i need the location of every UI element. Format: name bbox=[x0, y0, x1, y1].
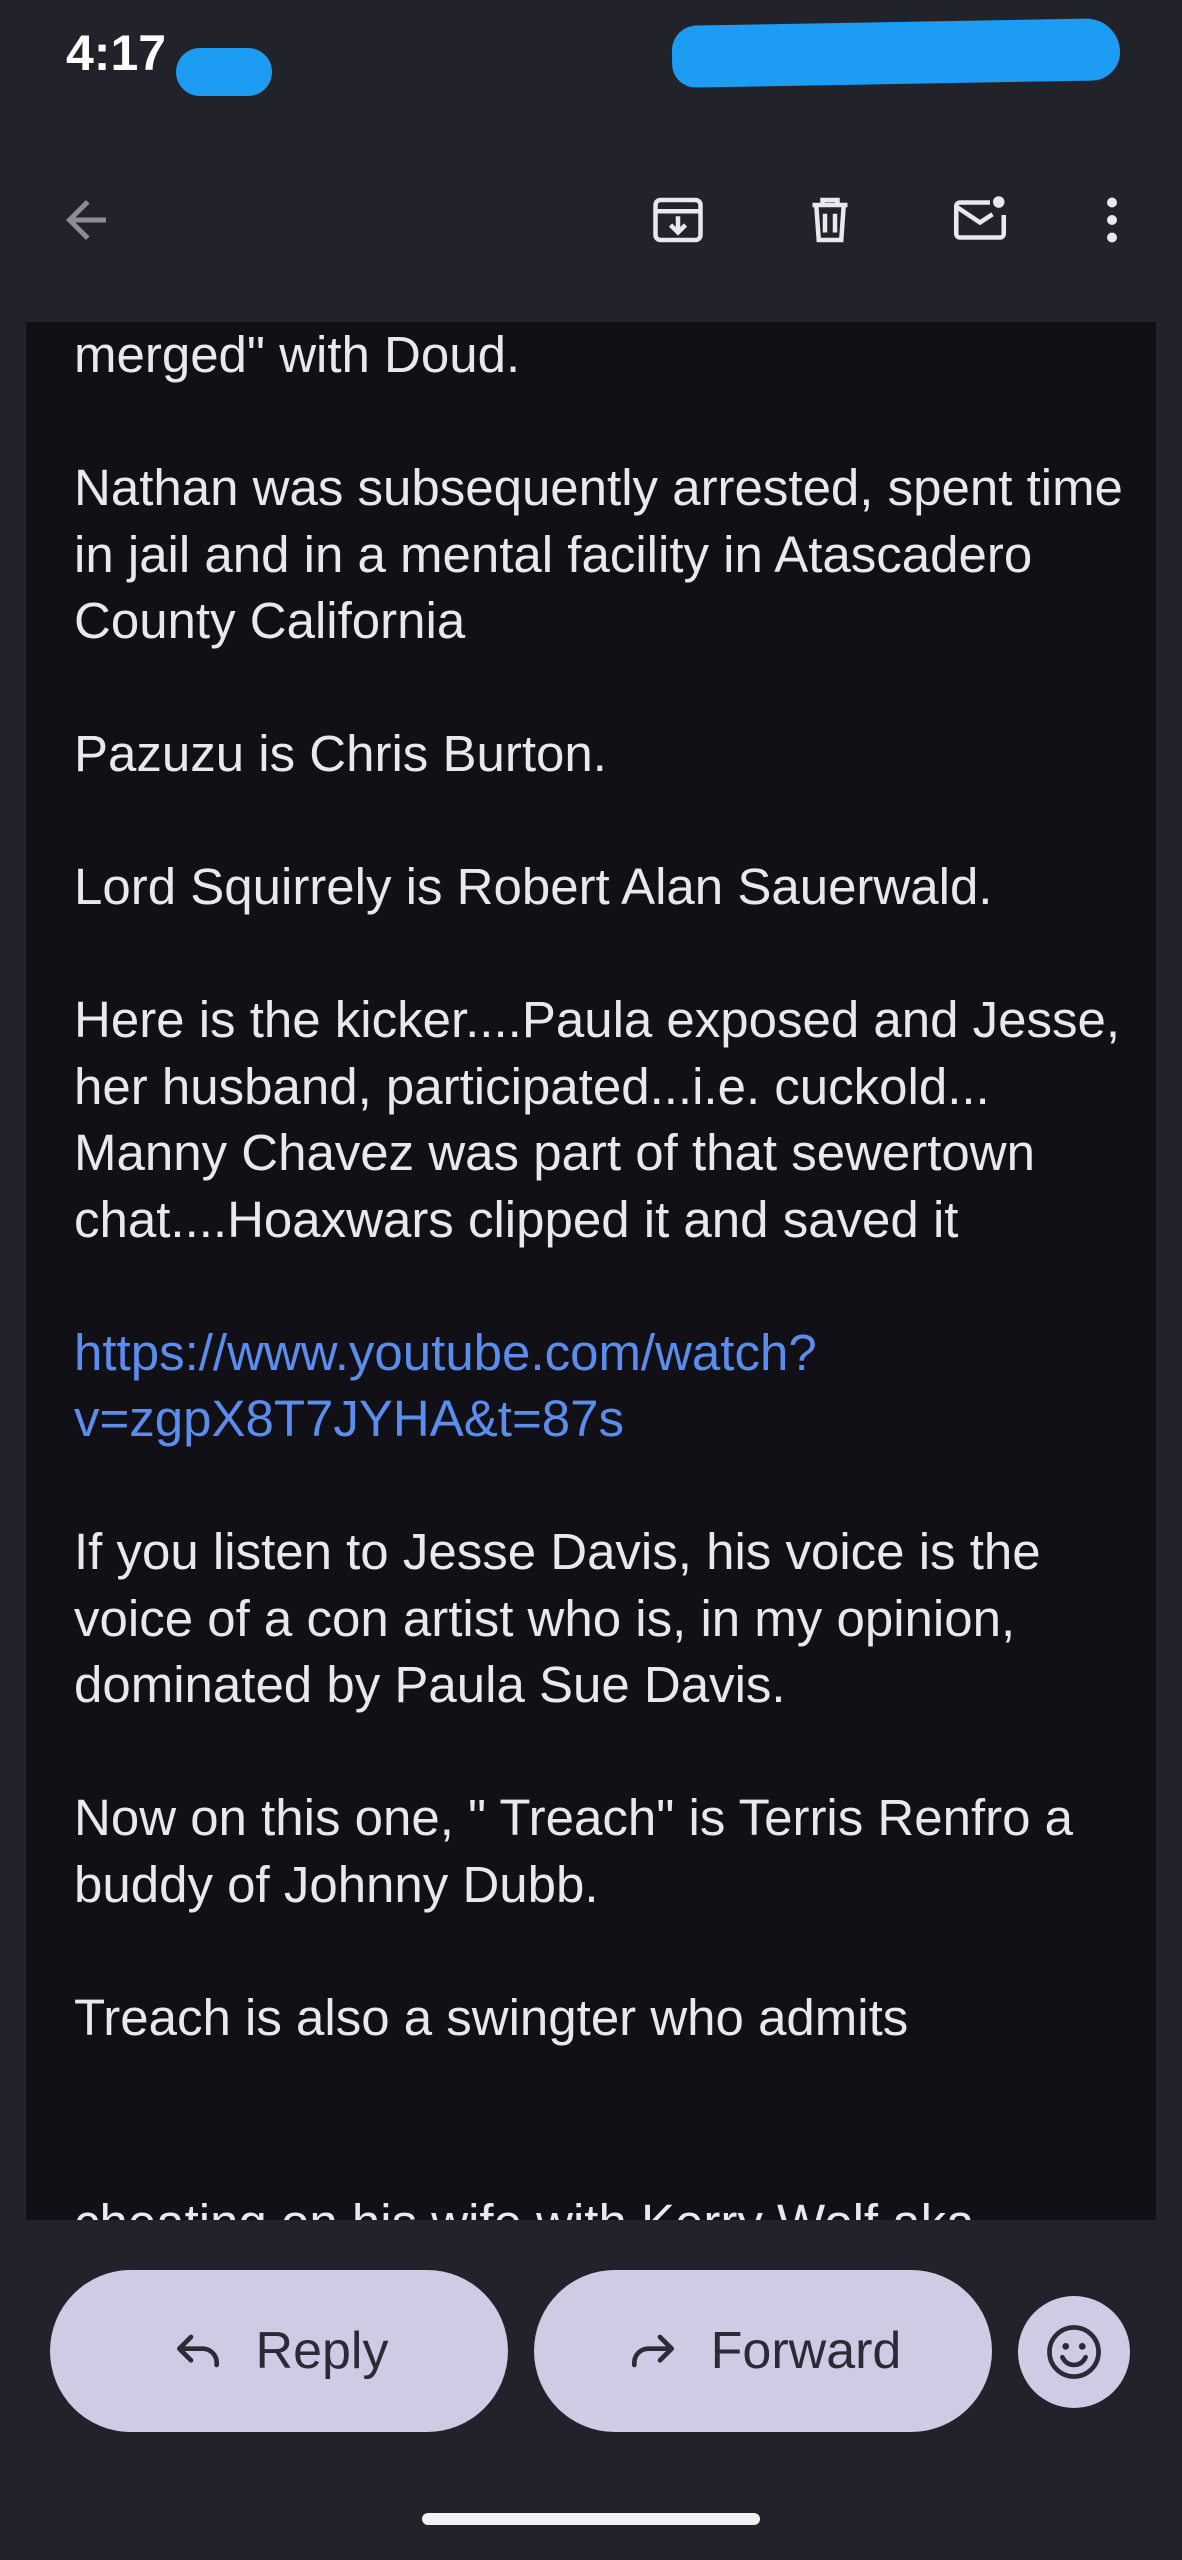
mark-unread-button[interactable] bbox=[940, 180, 1020, 260]
more-vert-icon bbox=[1107, 197, 1117, 243]
link-line: v=zgpX8T7JYHA&t=87s bbox=[74, 1390, 624, 1447]
body-line: merged" with Doud. bbox=[74, 326, 521, 383]
email-body-text: merged" with Doud. Nathan was subsequent… bbox=[74, 322, 1134, 2051]
reply-icon bbox=[176, 2334, 219, 2368]
emoji-icon bbox=[1047, 2325, 1101, 2379]
more-options-button[interactable] bbox=[1072, 180, 1152, 260]
delete-button[interactable] bbox=[790, 180, 870, 260]
redaction-mark bbox=[671, 18, 1121, 88]
body-paragraph: Lord Squirrely is Robert Alan Sauerwald. bbox=[74, 858, 993, 915]
mail-unread-icon bbox=[954, 196, 1006, 240]
body-paragraph: Nathan was subsequently arrested, spent … bbox=[74, 459, 1123, 649]
body-paragraph: Pazuzu is Chris Burton. bbox=[74, 725, 607, 782]
reply-label: Reply bbox=[255, 2322, 389, 2380]
redaction-mark bbox=[176, 48, 272, 96]
emoji-reaction-button[interactable] bbox=[1018, 2296, 1130, 2408]
action-bar: Reply Forward bbox=[0, 2220, 1182, 2560]
body-paragraph: Treach is also a swingter who admits bbox=[74, 1988, 909, 2046]
forward-button[interactable]: Forward bbox=[534, 2270, 992, 2432]
body-paragraph: Now on this one, " Treach" is Terris Ren… bbox=[74, 1789, 1074, 1913]
reply-button[interactable]: Reply bbox=[50, 2270, 508, 2432]
youtube-link[interactable]: https://www.youtube.com/watch? v=zgpX8T7… bbox=[74, 1320, 1134, 1453]
body-paragraph: Manny Chavez was part of that sewertown … bbox=[74, 1124, 1035, 1248]
link-line: https://www.youtube.com/watch? bbox=[74, 1323, 817, 1381]
status-time: 4:17 bbox=[66, 25, 167, 81]
email-toolbar bbox=[0, 160, 1182, 280]
forward-icon bbox=[631, 2334, 674, 2368]
back-button[interactable] bbox=[46, 180, 126, 260]
arrow-left-icon bbox=[66, 200, 106, 240]
body-paragraph: Here is the kicker....Paula exposed and … bbox=[74, 991, 1121, 1115]
forward-label: Forward bbox=[710, 2322, 902, 2380]
body-line-cutoff: cheating on his wife with Kerry Wolf aka bbox=[74, 2190, 974, 2220]
email-body: merged" with Doud. Nathan was subsequent… bbox=[26, 322, 1156, 2220]
status-bar: 4:17 bbox=[0, 0, 1182, 120]
home-indicator[interactable] bbox=[422, 2513, 760, 2525]
trash-icon bbox=[812, 197, 848, 243]
archive-button[interactable] bbox=[638, 180, 718, 260]
archive-icon bbox=[653, 197, 703, 243]
body-paragraph: If you listen to Jesse Davis, his voice … bbox=[74, 1523, 1041, 1713]
